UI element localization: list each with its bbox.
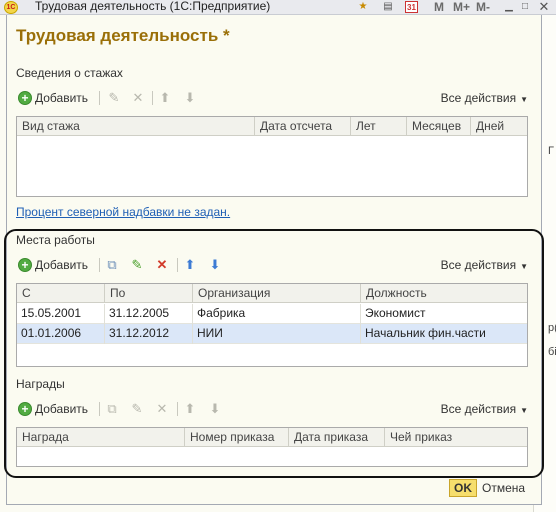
toolbar-separator — [177, 402, 178, 416]
add-icon: + — [18, 402, 32, 416]
table-cell: Фабрика — [193, 304, 361, 324]
workplaces-add-button[interactable]: + Добавить — [18, 255, 88, 275]
table-cell: Экономист — [365, 306, 426, 320]
move-up-icon[interactable]: ⬆ — [182, 257, 198, 273]
edit-icon[interactable]: ✎ — [129, 257, 145, 273]
table-cell: 31.12.2012 — [105, 324, 193, 344]
move-down-icon[interactable]: ⬇ — [207, 257, 223, 273]
column-header[interactable]: Организация — [193, 284, 361, 303]
move-up-icon[interactable]: ⬆ — [182, 401, 198, 417]
add-icon: + — [18, 91, 32, 105]
edit-icon[interactable]: ✎ — [106, 90, 122, 106]
workplaces-all-actions-menu[interactable]: Все действия ▼ — [441, 255, 528, 275]
column-header[interactable]: С — [17, 284, 105, 303]
table-row[interactable]: 15.05.2001 31.12.2005 Фабрика Экономист — [17, 304, 527, 324]
chevron-down-icon: ▼ — [520, 406, 528, 415]
all-actions-label: Все действия — [440, 258, 517, 272]
copy-icon[interactable]: ⧉ — [104, 401, 120, 417]
column-header[interactable]: По — [105, 284, 193, 303]
background-fragment: бі — [548, 346, 556, 358]
table-header: С По Организация Должность — [17, 284, 527, 303]
delete-icon[interactable]: ✕ — [154, 401, 170, 417]
form-title: Трудовая деятельность * — [16, 26, 230, 45]
table-cell: Начальник фин.части — [365, 326, 486, 340]
add-label: Добавить — [35, 402, 89, 416]
cancel-button[interactable]: Отмена — [482, 479, 525, 497]
column-header[interactable]: Вид стажа — [17, 117, 255, 136]
column-header[interactable]: Дата приказа — [289, 428, 385, 447]
maximize-icon[interactable]: □ — [519, 1, 531, 13]
table-cell: 01.01.2006 — [17, 324, 105, 344]
document-icon[interactable]: ▤ — [381, 1, 395, 13]
table-cell: НИИ — [193, 324, 361, 344]
experience-toolbar: + Добавить ✎ ✕ ⬆ ⬇ Все действия ▼ — [16, 88, 528, 108]
calendar-icon[interactable]: 31 — [405, 1, 418, 13]
column-header[interactable]: Награда — [17, 428, 185, 447]
delete-icon[interactable]: ✕ — [130, 90, 146, 106]
move-down-icon[interactable]: ⬇ — [182, 90, 198, 106]
experience-section-label: Сведения о стажах — [16, 66, 123, 80]
northern-bonus-link[interactable]: Процент северной надбавки не задан. — [16, 205, 230, 219]
awards-section-label: Награды — [16, 377, 65, 391]
column-header[interactable]: Должность — [361, 284, 527, 303]
table-header: Награда Номер приказа Дата приказа Чей п… — [17, 428, 527, 447]
copy-icon[interactable]: ⧉ — [104, 257, 120, 273]
toolbar-separator — [99, 91, 100, 105]
column-header[interactable]: Номер приказа — [185, 428, 289, 447]
workplaces-toolbar: + Добавить ⧉ ✎ ✕ ⬆ ⬇ Все действия ▼ — [16, 255, 528, 275]
table-row[interactable]: 01.01.2006 31.12.2012 НИИ Начальник фин.… — [17, 324, 527, 344]
chevron-down-icon: ▼ — [520, 262, 528, 271]
toolbar-separator — [177, 258, 178, 272]
move-down-icon[interactable]: ⬇ — [207, 401, 223, 417]
column-header[interactable]: Дата отсчета — [255, 117, 351, 136]
all-actions-label: Все действия — [440, 91, 517, 105]
awards-table[interactable]: Награда Номер приказа Дата приказа Чей п… — [16, 427, 528, 467]
all-actions-label: Все действия — [440, 402, 517, 416]
app-logo-icon: 1C — [4, 1, 18, 14]
workplaces-section-label: Места работы — [16, 233, 95, 247]
delete-icon[interactable]: ✕ — [154, 257, 170, 273]
column-header[interactable]: Месяцев — [407, 117, 471, 136]
window-titlebar: 1C Трудовая деятельность (1С:Предприятие… — [0, 0, 556, 15]
dialog-window: Трудовая деятельность * Сведения о стажа… — [6, 15, 542, 505]
workplaces-table[interactable]: С По Организация Должность 15.05.2001 31… — [16, 283, 528, 367]
edit-icon[interactable]: ✎ — [129, 401, 145, 417]
add-label: Добавить — [35, 91, 89, 105]
awards-all-actions-menu[interactable]: Все действия ▼ — [441, 399, 528, 419]
memory-plus-button[interactable]: M+ — [453, 0, 470, 14]
memory-minus-button[interactable]: M- — [476, 0, 490, 14]
table-cell: 31.12.2005 — [105, 304, 193, 324]
close-icon[interactable]: ✕ — [536, 0, 552, 14]
column-header[interactable]: Лет — [351, 117, 407, 136]
background-fragment: Г — [548, 145, 554, 157]
toolbar-separator — [99, 258, 100, 272]
minimize-icon[interactable]: ▁ — [503, 1, 515, 13]
move-up-icon[interactable]: ⬆ — [157, 90, 173, 106]
memory-m-button[interactable]: M — [434, 0, 444, 14]
column-header[interactable]: Чей приказ — [385, 428, 527, 447]
awards-add-button[interactable]: + Добавить — [18, 399, 88, 419]
background-fragment: р( — [548, 322, 556, 334]
experience-add-button[interactable]: + Добавить — [18, 88, 88, 108]
toolbar-separator — [152, 91, 153, 105]
add-icon: + — [18, 258, 32, 272]
experience-table[interactable]: Вид стажа Дата отсчета Лет Месяцев Дней — [16, 116, 528, 197]
table-cell: 15.05.2001 — [17, 304, 105, 324]
chevron-down-icon: ▼ — [520, 95, 528, 104]
table-header: Вид стажа Дата отсчета Лет Месяцев Дней — [17, 117, 527, 136]
column-header[interactable]: Дней — [471, 117, 527, 136]
star-icon[interactable]: ★ — [356, 1, 370, 13]
window-title: Трудовая деятельность (1С:Предприятие) — [35, 0, 271, 13]
ok-button[interactable]: OK — [449, 479, 477, 497]
awards-toolbar: + Добавить ⧉ ✎ ✕ ⬆ ⬇ Все действия ▼ — [16, 399, 528, 419]
add-label: Добавить — [35, 258, 89, 272]
toolbar-separator — [99, 402, 100, 416]
experience-all-actions-menu[interactable]: Все действия ▼ — [441, 88, 528, 108]
